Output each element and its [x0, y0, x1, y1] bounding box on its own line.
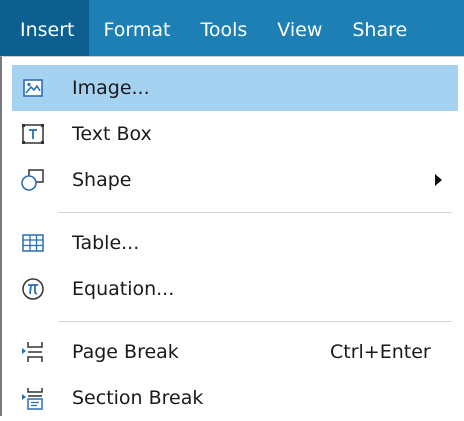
equation-icon — [20, 276, 46, 302]
menu-item-label: Shape — [72, 169, 132, 191]
shortcut-label: Ctrl+Enter — [330, 341, 431, 363]
menu-item-label: Image... — [72, 77, 150, 99]
menu-item-table[interactable]: Table... — [12, 220, 458, 266]
menu-item-text-box[interactable]: Text Box — [12, 111, 458, 157]
menubar-format[interactable]: Format — [89, 0, 186, 60]
menu-bar: Insert Format Tools View Share — [0, 0, 464, 60]
menu-item-label: Page Break — [72, 341, 179, 363]
text-box-icon — [20, 121, 46, 147]
image-icon — [20, 75, 46, 101]
table-icon — [20, 230, 46, 256]
menu-item-label: Section Break — [72, 387, 204, 409]
menu-item-shape[interactable]: Shape — [12, 157, 458, 203]
menubar-tools[interactable]: Tools — [185, 0, 262, 60]
shape-icon — [20, 167, 46, 193]
menu-item-label: Table... — [72, 232, 140, 254]
menu-separator — [58, 321, 452, 322]
menu-item-page-break[interactable]: Page Break Ctrl+Enter — [12, 329, 458, 375]
menu-item-label: Equation... — [72, 278, 175, 300]
menubar-share[interactable]: Share — [337, 0, 422, 60]
menubar-insert[interactable]: Insert — [0, 0, 89, 60]
insert-menu-dropdown: Image... Text Box Shape Table... Equatio… — [0, 56, 464, 416]
menu-item-image[interactable]: Image... — [12, 65, 458, 111]
section-break-icon — [20, 385, 46, 411]
menu-item-equation[interactable]: Equation... — [12, 266, 458, 312]
menubar-view[interactable]: View — [262, 0, 337, 60]
menu-item-label: Text Box — [72, 123, 152, 145]
submenu-arrow-icon — [435, 174, 442, 186]
menu-item-section-break[interactable]: Section Break — [12, 375, 458, 421]
menu-separator — [58, 212, 452, 213]
page-break-icon — [20, 339, 46, 365]
